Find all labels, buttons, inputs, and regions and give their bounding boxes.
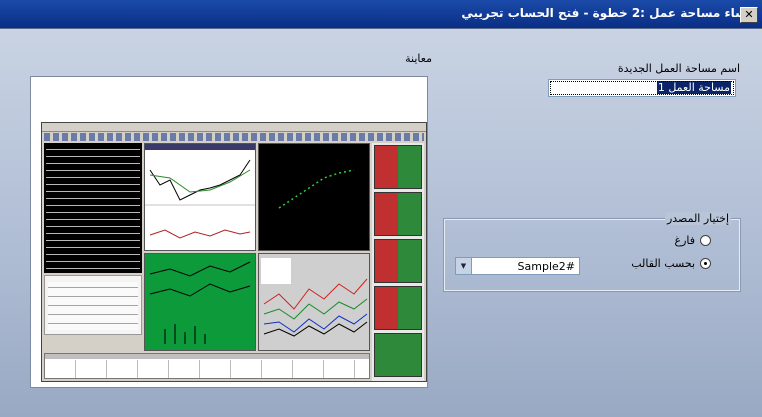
radio-template-label: بحسب القالب (631, 257, 695, 270)
chevron-down-icon[interactable]: ▼ (456, 258, 472, 274)
preview-thumbnail (41, 122, 427, 382)
template-select[interactable]: ▼ Sample2# (455, 257, 580, 275)
radio-empty-label: فارغ (674, 234, 696, 247)
radio-empty-button[interactable] (700, 235, 711, 246)
template-select-value: Sample2# (517, 260, 575, 273)
preview-pane (30, 76, 428, 388)
preview-chart-3 (149, 261, 251, 344)
workspace-name-label: اسم مساحة العمل الجديدة (617, 62, 740, 75)
dialog-body: معاينة اسم مساحة العمل الجديدة مساحة الع… (0, 29, 762, 417)
close-button[interactable]: ✕ (740, 7, 758, 23)
source-group-label: إختيار المصدر (664, 212, 731, 225)
close-icon: ✕ (744, 8, 754, 21)
preview-chart-1 (145, 159, 255, 239)
window-title: إنشاء مساحة عمل :2 خطوة - فتح الحساب تجر… (461, 6, 756, 20)
preview-label: معاينة (405, 52, 432, 65)
radio-template-button[interactable] (700, 258, 711, 269)
preview-chart-2 (278, 169, 355, 209)
title-bar: إنشاء مساحة عمل :2 خطوة - فتح الحساب تجر… (0, 0, 762, 29)
workspace-name-value: مساحة العمل 1 (656, 81, 731, 94)
preview-chart-4 (261, 258, 368, 337)
radio-template[interactable]: بحسب القالب (631, 257, 711, 270)
source-groupbox: إختيار المصدر فارغ بحسب القالب (443, 212, 741, 292)
workspace-name-input[interactable]: مساحة العمل 1 (548, 79, 736, 97)
radio-empty[interactable]: فارغ (674, 234, 711, 247)
